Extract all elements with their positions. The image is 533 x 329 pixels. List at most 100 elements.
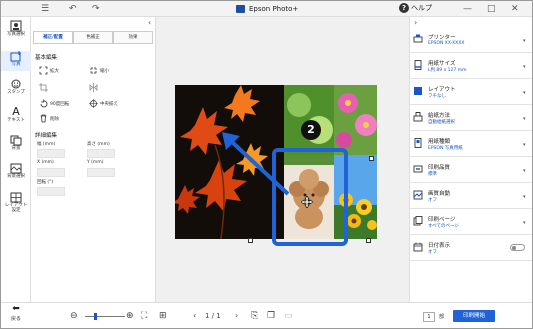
rail-label: 背景 — [11, 146, 21, 151]
crop-button[interactable] — [39, 83, 48, 92]
flower-photo-pink[interactable] — [334, 85, 377, 155]
zoom-slider-knob[interactable] — [94, 313, 97, 320]
zoom-slider[interactable] — [85, 316, 125, 317]
rail-text[interactable]: A テキスト — [1, 106, 31, 124]
tool-rail: 写真選択 写真 スタンプ A テキスト 背景 背景選択 レイアウト設定 — [1, 17, 31, 302]
collapse-panel-icon[interactable]: ‹ — [148, 18, 151, 27]
edit-panel: ‹ 補正/配置 色補正 効果 基本編集 拡大 縮小 90度回転 中央揃え 削除 … — [31, 17, 156, 302]
auto-image-icon — [413, 190, 423, 200]
help-button[interactable]: ? ヘルプ — [399, 3, 432, 13]
layout-settings-icon — [10, 192, 22, 203]
setting-quality[interactable]: 印刷品質 標準 ▾ — [410, 158, 532, 183]
undo-icon[interactable]: ↶ — [69, 3, 77, 15]
rotation-field[interactable] — [37, 187, 65, 196]
setting-title: 画質自動 — [428, 191, 451, 197]
delete-button[interactable]: 削除 — [39, 114, 59, 123]
add-page-icon[interactable]: ⎘ — [251, 311, 258, 321]
setting-paper-size[interactable]: 用紙サイズ L判 89 x 127 mm ▾ — [410, 54, 532, 79]
layout-icon — [414, 87, 422, 95]
copies-input[interactable]: 1 — [423, 312, 435, 322]
chevron-down-icon: ▾ — [523, 90, 526, 96]
minimize-icon[interactable]: — — [463, 3, 472, 15]
delete-page-icon[interactable]: ▭ — [284, 311, 293, 321]
setting-print-pages[interactable]: 印刷ページ すべてのページ ▾ — [410, 210, 532, 235]
flip-button[interactable] — [89, 83, 98, 92]
setting-auto-image[interactable]: 画質自動 オフ ▾ — [410, 184, 532, 209]
resize-handle[interactable] — [248, 238, 253, 243]
setting-layout[interactable]: レイアウト フチなし ▾ — [410, 80, 532, 105]
resize-handle[interactable] — [369, 156, 374, 161]
setting-title: プリンター — [428, 35, 456, 41]
tab-color[interactable]: 色補正 — [73, 31, 113, 43]
menu-icon[interactable]: ☰ — [41, 3, 49, 15]
date-display-toggle[interactable] — [510, 244, 525, 251]
print-button[interactable]: 印刷開始 — [453, 310, 495, 322]
back-arrow-icon: ⬅ — [12, 304, 20, 314]
tab-adjust[interactable]: 補正/配置 — [33, 31, 73, 43]
printer-icon — [413, 34, 423, 43]
basic-edit-title: 基本編集 — [35, 55, 58, 61]
back-button[interactable]: ⬅ 戻る — [1, 303, 31, 328]
rail-photo[interactable]: 写真 — [1, 51, 31, 71]
close-icon[interactable]: ✕ — [511, 3, 519, 15]
tab-effect[interactable]: 効果 — [113, 31, 153, 43]
setting-title: 給紙方法 — [428, 113, 451, 119]
x-label: X (mm) — [37, 160, 54, 165]
title-bar: ☰ ↶ ↷ Epson Photo+ ? ヘルプ — □ ✕ — [1, 1, 532, 17]
rail-label: 背景選択 — [7, 174, 25, 179]
pages-icon — [413, 216, 423, 226]
rail-background-select[interactable]: 背景選択 — [1, 163, 31, 179]
height-field[interactable] — [87, 149, 115, 158]
help-label: ヘルプ — [411, 4, 432, 12]
expand-panel-icon[interactable]: › — [414, 18, 417, 27]
setting-title: 日付表示 — [428, 243, 451, 249]
rotate-button[interactable]: 90度回転 — [39, 99, 69, 108]
setting-paper-type[interactable]: 用紙種類 EPSON 写真用紙 ▾ — [410, 132, 532, 157]
pink-flower-image — [334, 85, 377, 155]
bottom-toolbar: ⬅ 戻る ⊖ ⊕ ⛶ ⊞ ‹ 1 / 1 › ⎘ ❐ ▭ 1 部 印刷開始 — [1, 302, 532, 328]
date-icon — [413, 242, 423, 252]
rail-label: スタンプ — [7, 90, 25, 95]
rail-background[interactable]: 背景 — [1, 135, 31, 151]
rail-stamp[interactable]: スタンプ — [1, 79, 31, 95]
rail-layout[interactable]: レイアウト設定 — [1, 192, 31, 213]
grid-icon[interactable]: ⊞ — [159, 311, 167, 321]
print-settings-panel: › プリンター EPSON XX-XXXX ▾ 用紙サイズ L判 89 x 12… — [409, 17, 532, 302]
stamp-icon — [11, 79, 21, 89]
next-page-icon[interactable]: › — [235, 311, 238, 321]
maximize-icon[interactable]: □ — [487, 3, 496, 15]
setting-value: オフ — [428, 198, 437, 203]
fit-screen-icon[interactable]: ⛶ — [141, 311, 147, 321]
redo-icon[interactable]: ↷ — [92, 3, 100, 15]
toggle-knob — [512, 246, 516, 250]
setting-title: 印刷ページ — [428, 217, 456, 223]
photo-select-icon — [10, 20, 22, 32]
rotation-label: 回転 (°) — [37, 180, 54, 185]
prev-page-icon[interactable]: ‹ — [193, 311, 196, 321]
setting-paper-source[interactable]: 給紙方法 自動給紙選択 ▾ — [410, 106, 532, 131]
y-field[interactable] — [87, 168, 115, 177]
zoom-out-icon[interactable]: ⊖ — [70, 311, 78, 321]
paper-type-icon — [414, 138, 422, 148]
resize-handle[interactable] — [366, 238, 371, 243]
add-photo-icon — [10, 51, 21, 62]
center-button[interactable]: 中央揃え — [89, 99, 118, 108]
rail-label: レイアウト設定 — [4, 203, 28, 213]
x-field[interactable] — [37, 168, 65, 177]
setting-value: EPSON 写真用紙 — [428, 146, 463, 151]
zoom-out-label: 縮小 — [100, 68, 109, 74]
delete-label: 削除 — [50, 116, 59, 122]
app-title: Epson Photo+ — [236, 3, 298, 15]
zoom-in-icon[interactable]: ⊕ — [126, 311, 134, 321]
zoom-out-button[interactable]: 縮小 — [89, 66, 109, 75]
width-field[interactable] — [37, 149, 65, 158]
chevron-down-icon: ▾ — [523, 168, 526, 174]
setting-printer[interactable]: プリンター EPSON XX-XXXX ▾ — [410, 28, 532, 53]
rail-photo-select[interactable]: 写真選択 — [1, 20, 31, 37]
chevron-down-icon: ▾ — [523, 116, 526, 122]
setting-value: 自動給紙選択 — [428, 120, 455, 125]
duplicate-page-icon[interactable]: ❐ — [267, 311, 275, 321]
zoom-in-button[interactable]: 拡大 — [39, 66, 59, 75]
chevron-down-icon: ▾ — [523, 64, 526, 70]
chevron-down-icon: ▾ — [523, 194, 526, 200]
